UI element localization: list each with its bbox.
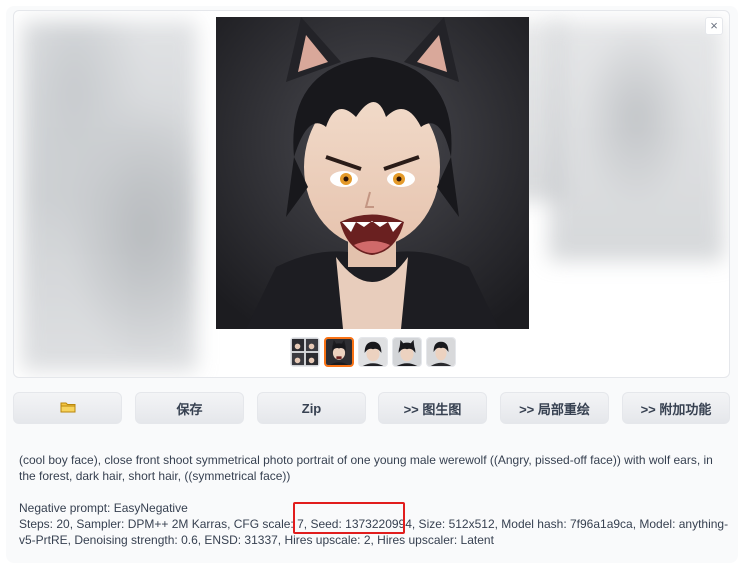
action-buttons: 保存 Zip >> 图生图 >> 局部重绘 >> 附加功能 [13, 392, 733, 424]
parameters-block: Negative prompt: EasyNegative Steps: 20,… [19, 500, 729, 548]
open-folder-button[interactable] [13, 392, 122, 424]
thumbnail-strip [290, 337, 456, 367]
negative-prompt-text: Negative prompt: EasyNegative [19, 501, 188, 515]
thumbnail-grid[interactable] [290, 337, 320, 367]
generation-info: (cool boy face), close front shoot symme… [19, 452, 729, 548]
thumbnail-4[interactable] [392, 337, 422, 367]
send-to-extras-button[interactable]: >> 附加功能 [622, 392, 730, 424]
folder-icon [60, 401, 76, 416]
thumbnail-3[interactable] [358, 337, 388, 367]
blurred-background-right [549, 21, 724, 261]
image-gallery: × [13, 10, 730, 378]
thumbnail-selected[interactable] [324, 337, 354, 367]
werewolf-portrait-image [216, 17, 529, 329]
blurred-background-left [22, 21, 197, 371]
generated-image[interactable] [216, 17, 529, 329]
close-button[interactable]: × [705, 17, 723, 35]
zip-button[interactable]: Zip [257, 392, 366, 424]
save-button[interactable]: 保存 [135, 392, 244, 424]
params-text: Steps: 20, Sampler: DPM++ 2M Karras, CFG… [19, 517, 311, 531]
app-container: × 保存 Zip >> 图生图 >> 局部重绘 >> 附加功能 (cool bo… [6, 6, 738, 563]
seed-text: Seed: 1373220994 [310, 517, 412, 531]
send-to-inpaint-button[interactable]: >> 局部重绘 [500, 392, 609, 424]
send-to-img2img-button[interactable]: >> 图生图 [378, 392, 487, 424]
prompt-text: (cool boy face), close front shoot symme… [19, 453, 713, 483]
thumbnail-5[interactable] [426, 337, 456, 367]
